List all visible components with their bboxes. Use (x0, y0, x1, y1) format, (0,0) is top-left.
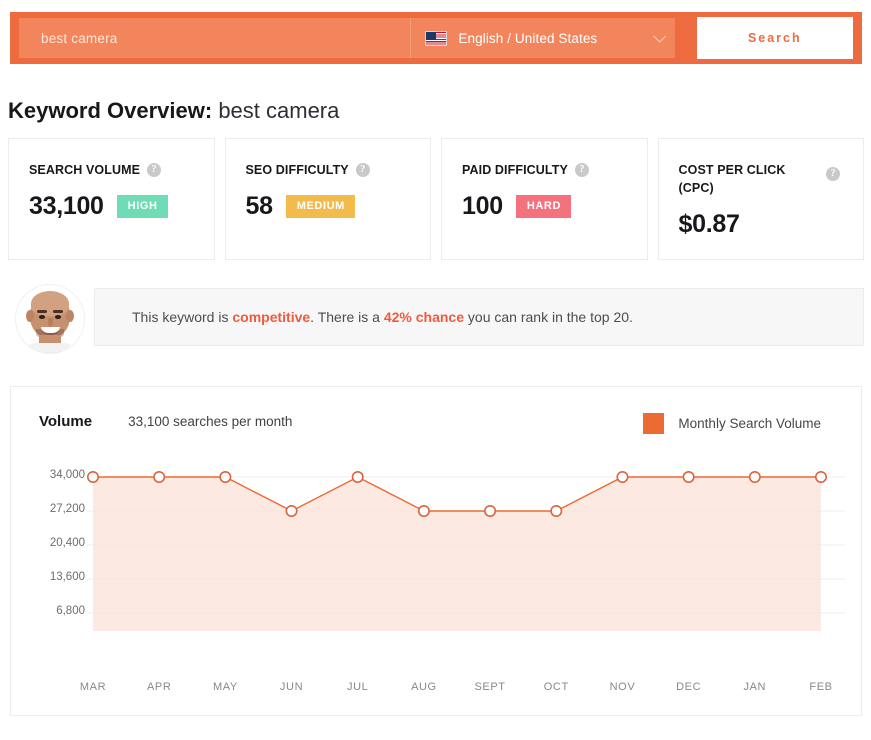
chart-data-point[interactable] (417, 505, 430, 518)
tip-text: This keyword is competitive. There is a … (132, 309, 633, 325)
x-axis-tick-label: DEC (676, 681, 702, 693)
keyword-overview-page: English / United States Search Keyword O… (0, 0, 871, 740)
status-badge: MEDIUM (285, 195, 355, 218)
metric-value: 58 (245, 192, 274, 220)
y-axis-tick-label: 6,800 (56, 605, 85, 617)
metric-label: PAID DIFFICULTY (462, 163, 568, 177)
metric-label-wrap: COST PER CLICK (CPC) (679, 161, 844, 197)
tip-banner: This keyword is competitive. There is a … (8, 285, 864, 353)
tip-part-3: you can rank in the top 20. (464, 309, 633, 325)
status-badge: HIGH (116, 195, 168, 218)
help-icon[interactable]: ? (355, 163, 370, 177)
status-badge: HARD (515, 195, 571, 218)
page-title-prefix: Keyword Overview: (8, 98, 213, 123)
metric-label-line2: (CPC) (678, 181, 714, 195)
metric-card-cost-per-click: ? COST PER CLICK (CPC) $0.87 (657, 138, 864, 260)
chart-data-point[interactable] (153, 471, 166, 484)
metric-label-line1: COST PER CLICK (678, 163, 786, 177)
tip-highlight-competitive: competitive (232, 309, 311, 325)
metric-cards: SEARCH VOLUME? 33,100 HIGH SEO DIFFICULT… (8, 138, 864, 260)
chart-data-point[interactable] (219, 471, 232, 484)
x-axis-tick-label: OCT (543, 681, 569, 693)
x-axis-tick-label: SEPT (474, 681, 506, 693)
volume-chart-card: Volume 33,100 searches per month Monthly… (10, 386, 862, 716)
page-title: Keyword Overview: best camera (8, 98, 339, 124)
metric-card-search-volume: SEARCH VOLUME? 33,100 HIGH (8, 138, 215, 260)
x-axis-tick-label: JUN (279, 681, 304, 693)
metric-value-row: 100 HARD (462, 192, 627, 221)
y-axis-tick-label: 34,000 (49, 469, 85, 481)
metric-value: 33,100 (29, 192, 104, 220)
line-chart-svg (87, 471, 845, 631)
chart-data-point[interactable] (748, 471, 761, 484)
chart-data-point[interactable] (484, 505, 497, 518)
avatar (16, 285, 84, 353)
metric-value-row: 58 MEDIUM (246, 192, 411, 221)
tip-box: This keyword is competitive. There is a … (94, 288, 864, 346)
chart-data-point[interactable] (550, 505, 563, 518)
us-flag-icon (425, 30, 448, 46)
page-title-keyword: best camera (218, 98, 340, 123)
y-axis-tick-label: 27,200 (49, 503, 85, 515)
search-input[interactable] (19, 18, 411, 58)
metric-label-wrap: SEARCH VOLUME? (29, 161, 194, 179)
chart-data-point[interactable] (616, 471, 629, 484)
x-axis-tick-label: JUL (347, 681, 369, 693)
metric-value: $0.87 (678, 210, 740, 238)
locale-selector[interactable]: English / United States (410, 18, 675, 58)
chart-area-fill (93, 477, 821, 631)
tip-highlight-chance: 42% chance (383, 309, 465, 325)
x-axis-tick-label: FEB (809, 681, 833, 693)
chart-data-point[interactable] (285, 505, 298, 518)
help-icon[interactable]: ? (826, 167, 840, 181)
metric-value-row: $0.87 (679, 210, 844, 239)
metric-label-wrap: PAID DIFFICULTY? (462, 161, 627, 179)
x-axis-tick-label: MAR (79, 681, 107, 693)
chart-plot-area: 34,000 27,200 20,400 13,600 6,800 MAR APR MAY JU… (11, 387, 863, 717)
x-axis-tick-label: AUG (411, 681, 437, 693)
x-axis-tick-label: NOV (609, 681, 636, 693)
chart-data-point[interactable] (87, 471, 100, 484)
chart-data-point[interactable] (351, 471, 364, 484)
chevron-down-icon (652, 29, 666, 43)
metric-label: SEO DIFFICULTY (245, 163, 349, 177)
chart-data-point[interactable] (814, 471, 827, 484)
x-axis-tick-label: APR (146, 681, 172, 693)
y-axis-tick-label: 13,600 (49, 571, 85, 583)
metric-card-paid-difficulty: PAID DIFFICULTY? 100 HARD (441, 138, 648, 260)
help-icon[interactable]: ? (574, 163, 589, 177)
tip-part-2: . There is a (310, 309, 384, 325)
x-axis-tick-label: MAY (212, 681, 238, 693)
search-bar: English / United States Search (10, 12, 862, 64)
metric-value-row: 33,100 HIGH (29, 192, 194, 221)
tip-part-1: This keyword is (132, 309, 233, 325)
metric-value: 100 (462, 192, 503, 220)
metric-card-seo-difficulty: SEO DIFFICULTY? 58 MEDIUM (224, 138, 431, 260)
y-axis-tick-label: 20,400 (49, 537, 85, 549)
metric-label: SEARCH VOLUME (29, 163, 141, 177)
help-icon[interactable]: ? (147, 163, 162, 177)
chart-data-point[interactable] (682, 471, 695, 484)
locale-label: English / United States (458, 30, 598, 46)
search-button[interactable]: Search (696, 17, 853, 59)
x-axis-tick-label: JAN (743, 681, 767, 693)
metric-label-wrap: SEO DIFFICULTY? (246, 161, 411, 179)
